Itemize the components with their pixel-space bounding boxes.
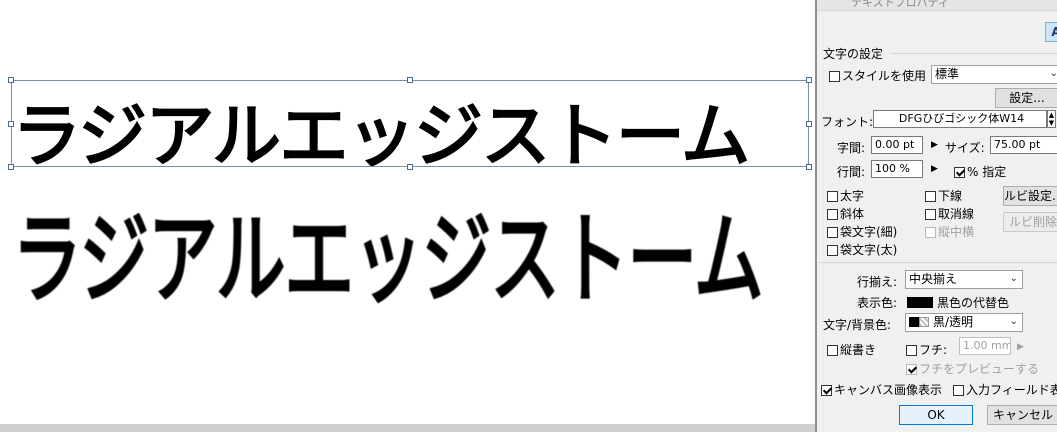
italic-label: 斜体 — [840, 207, 865, 221]
size-label: サイズ: — [945, 141, 985, 155]
canvas-text-line-2: ラジアルエッジストーム — [12, 201, 764, 318]
outline-thin-option[interactable]: 袋文字(細) — [827, 223, 897, 240]
italic-option[interactable]: 斜体 — [827, 205, 864, 222]
style-select[interactable]: 標準 ⌄ — [931, 65, 1057, 84]
settings-button[interactable]: 設定... — [995, 88, 1057, 108]
canvas-image-checkbox[interactable] — [821, 385, 832, 396]
border-preview-option[interactable]: フチをプレビューする — [906, 360, 1039, 377]
strikethrough-label: 取消線 — [938, 207, 975, 221]
text-properties-panel: テキストプロパティ A 文字の設定 スタイルを使用 標準 ⌄ 設定... フォント… — [815, 0, 1057, 432]
tate-chu-yoko-label: 縦中横 — [938, 225, 975, 239]
panel-title: テキストプロパティ — [851, 0, 950, 9]
size-field[interactable]: 75.00 pt — [990, 136, 1057, 154]
line-spacing-label: 行間: — [837, 165, 866, 179]
chevron-down-icon: ⌄ — [1050, 66, 1057, 82]
resize-handle-top-middle[interactable] — [407, 77, 413, 83]
align-select-value: 中央揃え — [909, 272, 958, 286]
style-select-value: 標準 — [935, 67, 960, 81]
vertical-writing-label: 縦書き — [840, 343, 877, 357]
chevron-down-icon: ⌄ — [1009, 273, 1018, 284]
outline-thin-label: 袋文字(細) — [840, 225, 898, 239]
use-style-option[interactable]: スタイルを使用 — [829, 67, 926, 84]
border-option[interactable]: フチ: — [906, 341, 947, 358]
black-swatch-icon — [909, 317, 919, 327]
canvas-area[interactable]: ラジアルエッジストーム ラジアルエッジストーム — [0, 0, 815, 432]
text-bg-color-value: 黒/透明 — [933, 315, 974, 329]
bold-label: 太字 — [840, 189, 865, 203]
display-color-button[interactable]: 黒色の代替色 — [907, 294, 1009, 311]
canvas-image-label: キャンバス画像表示 — [834, 383, 943, 397]
border-width-field[interactable]: 1.00 mm — [959, 337, 1011, 355]
display-color-value: 黒色の代替色 — [937, 296, 1010, 310]
resize-handle-middle-right[interactable] — [806, 121, 812, 127]
vertical-writing-option[interactable]: 縦書き — [827, 341, 876, 358]
border-arrow-icon[interactable]: ▶ — [1017, 342, 1024, 352]
border-preview-label: フチをプレビューする — [919, 362, 1040, 376]
input-field-option[interactable]: 入力フィールド表示 — [953, 381, 1057, 398]
char-spacing-label: 字間: — [837, 141, 866, 155]
char-spacing-arrow-icon[interactable]: ▶ — [931, 140, 938, 150]
resize-handle-top-left[interactable] — [8, 77, 14, 83]
align-label: 行揃え: — [857, 275, 898, 289]
chevron-down-icon: ⌄ — [1009, 316, 1018, 327]
text-bg-color-label: 文字/背景色: — [823, 318, 892, 332]
text-tool-icon[interactable]: A — [1045, 22, 1057, 42]
tate-chu-yoko-option[interactable]: 縦中横 — [925, 223, 974, 240]
outline-thick-checkbox[interactable] — [827, 245, 838, 256]
text-bg-color-select[interactable]: 黒/透明 ⌄ — [905, 313, 1023, 332]
bold-checkbox[interactable] — [827, 191, 838, 202]
text-selection-box[interactable] — [11, 80, 809, 167]
percent-specify-label: % 指定 — [967, 165, 1007, 179]
resize-handle-top-right[interactable] — [806, 77, 812, 83]
tate-chu-yoko-checkbox[interactable] — [925, 227, 936, 238]
underline-checkbox[interactable] — [925, 191, 936, 202]
use-style-checkbox[interactable] — [829, 71, 840, 82]
font-field[interactable]: DFGひびゴシック体W14 — [873, 110, 1047, 128]
border-checkbox[interactable] — [906, 345, 917, 356]
border-label: フチ: — [919, 343, 948, 357]
vertical-writing-checkbox[interactable] — [827, 345, 838, 356]
outline-thick-option[interactable]: 袋文字(太) — [827, 241, 897, 258]
resize-handle-middle-left[interactable] — [8, 121, 14, 127]
section-divider — [819, 262, 1057, 263]
percent-specify-option[interactable]: % 指定 — [954, 163, 1006, 180]
line-spacing-arrow-icon[interactable]: ▶ — [931, 164, 938, 174]
input-field-label: 入力フィールド表示 — [966, 383, 1057, 397]
cancel-button[interactable]: キャンセル — [987, 405, 1057, 425]
underline-option[interactable]: 下線 — [925, 187, 962, 204]
canvas-image-option[interactable]: キャンバス画像表示 — [821, 381, 942, 398]
percent-specify-checkbox[interactable] — [954, 167, 965, 178]
align-select[interactable]: 中央揃え ⌄ — [905, 270, 1023, 289]
outline-thick-label: 袋文字(太) — [840, 243, 898, 257]
transparent-swatch-icon — [919, 317, 929, 327]
char-spacing-field[interactable]: 0.00 pt — [871, 136, 923, 154]
ruby-settings-button[interactable]: ルビ設定... — [1003, 186, 1057, 206]
line-spacing-field[interactable]: 100 % — [871, 160, 923, 178]
ruby-delete-button[interactable]: ルビ削除 — [1003, 212, 1057, 232]
color-swatch — [907, 297, 933, 308]
font-label: フォント: — [821, 115, 874, 129]
strikethrough-option[interactable]: 取消線 — [925, 205, 974, 222]
italic-checkbox[interactable] — [827, 209, 838, 220]
resize-handle-bottom-left[interactable] — [8, 164, 14, 170]
bold-option[interactable]: 太字 — [827, 187, 864, 204]
underline-label: 下線 — [938, 189, 963, 203]
outline-thin-checkbox[interactable] — [827, 227, 838, 238]
font-spin-icon[interactable]: ▲ ▼ — [1047, 110, 1056, 128]
use-style-label: スタイルを使用 — [842, 69, 927, 83]
border-preview-checkbox[interactable] — [906, 364, 917, 375]
section-divider — [891, 53, 1057, 54]
canvas-scrollbar[interactable] — [0, 424, 815, 432]
display-color-label: 表示色: — [857, 296, 898, 310]
strikethrough-checkbox[interactable] — [925, 209, 936, 220]
resize-handle-bottom-middle[interactable] — [407, 164, 413, 170]
input-field-checkbox[interactable] — [953, 385, 964, 396]
section-text-settings: 文字の設定 — [823, 47, 884, 61]
ok-button[interactable]: OK — [899, 405, 973, 425]
resize-handle-bottom-right[interactable] — [806, 164, 812, 170]
